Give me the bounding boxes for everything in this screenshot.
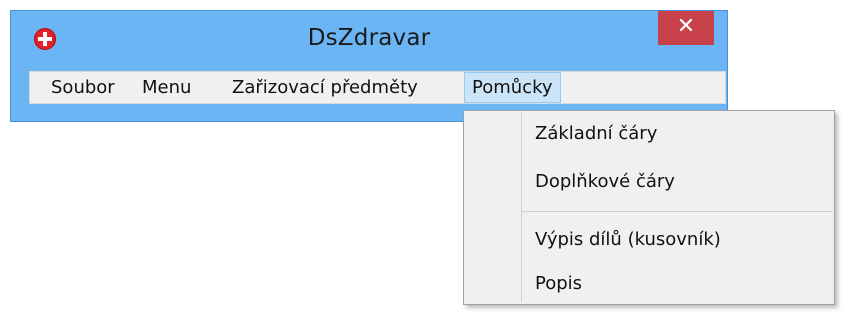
menu-separator (522, 211, 832, 212)
window-title: DsZdravar (307, 25, 431, 51)
pomucky-dropdown-menu: Základní čáry Doplňkové čáry Výpis dílů … (463, 110, 835, 305)
menu-item-doplnkove-cary[interactable]: Doplňkové čáry (535, 171, 675, 192)
app-window: DsZdravar ✕ Soubor Menu Zařizovací předm… (10, 10, 728, 122)
menu-item-popis[interactable]: Popis (535, 273, 582, 294)
menu-pomucky[interactable]: Pomůcky (464, 72, 561, 103)
menu-item-vypis-dilu[interactable]: Výpis dílů (kusovník) (535, 229, 721, 250)
menu-bar: Soubor Menu Zařizovací předměty Pomůcky (29, 71, 726, 104)
menu-zarizovaci-predmety[interactable]: Zařizovací předměty (225, 72, 425, 103)
menu-menu[interactable]: Menu (135, 72, 198, 103)
close-button[interactable]: ✕ (658, 11, 714, 45)
menu-gutter-divider (521, 113, 522, 302)
menu-soubor[interactable]: Soubor (44, 72, 122, 103)
menu-item-zakladni-cary[interactable]: Základní čáry (535, 123, 657, 144)
title-bar[interactable]: DsZdravar ✕ (11, 11, 727, 67)
